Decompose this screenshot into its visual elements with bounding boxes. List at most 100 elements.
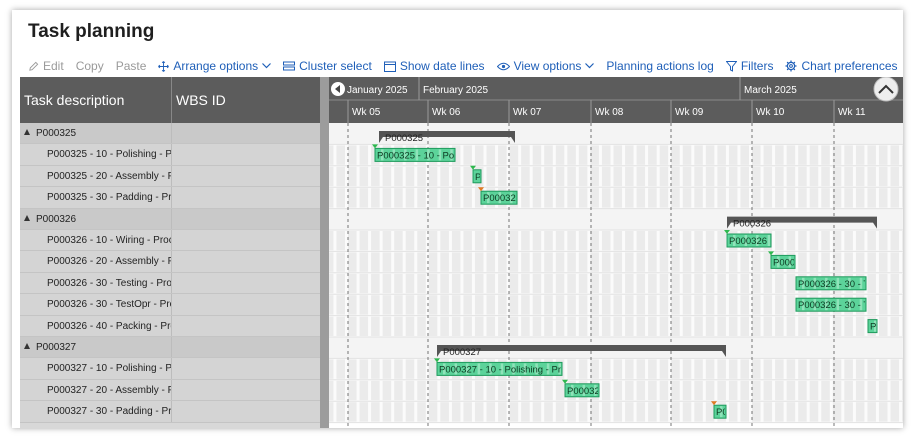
day-cell — [659, 359, 669, 379]
day-cell — [601, 231, 611, 251]
day-cell — [844, 166, 853, 187]
view-options-label: View options — [513, 59, 582, 73]
day-cell — [821, 359, 830, 379]
task-row[interactable]: P000327 - 30 - Padding - Process — [20, 401, 328, 423]
cluster-select-button[interactable]: Cluster select — [283, 59, 372, 73]
day-cell — [509, 316, 519, 336]
day-cell — [902, 316, 903, 336]
day-cell — [821, 252, 830, 272]
collapse-triangle-icon[interactable] — [24, 214, 30, 221]
paste-button[interactable]: Paste — [116, 59, 147, 73]
day-cell — [474, 145, 484, 165]
edit-button[interactable]: Edit — [28, 59, 64, 73]
day-cell — [578, 316, 588, 336]
day-cell — [371, 252, 380, 272]
day-cell — [601, 166, 611, 187]
copy-button[interactable]: Copy — [76, 59, 104, 73]
chart-preferences-button[interactable]: Chart preferences — [785, 59, 898, 73]
task-row[interactable]: P000326 - 40 - Packing - Process — [20, 315, 328, 337]
collapse-triangle-icon[interactable] — [24, 343, 30, 350]
day-cell — [728, 166, 738, 187]
day-cell — [636, 402, 646, 422]
day-cell — [348, 231, 357, 251]
group-row[interactable]: P000325 — [20, 123, 328, 145]
day-cell — [648, 316, 657, 336]
day-cell — [578, 273, 588, 294]
day-cell — [336, 295, 345, 315]
day-cell — [601, 402, 611, 422]
day-cell — [613, 316, 623, 336]
day-cell — [451, 295, 461, 315]
day-cell — [348, 295, 357, 315]
day-cell — [740, 273, 749, 294]
day-cell — [682, 316, 692, 336]
day-cell — [578, 402, 588, 422]
day-cell — [498, 273, 507, 294]
day-cell — [405, 273, 415, 294]
task-row[interactable]: P000327 - 10 - Polishing - Process — [20, 358, 328, 380]
day-cell — [329, 316, 334, 336]
group-row[interactable]: P000326 — [20, 208, 328, 230]
task-label: P000327 - 10 - Polishing - Process — [47, 363, 171, 374]
day-cell — [394, 231, 403, 251]
day-cell — [855, 252, 865, 272]
column-header-wbs-id[interactable]: WBS ID — [176, 92, 226, 108]
view-options-button[interactable]: View options — [496, 59, 595, 73]
day-cell — [486, 145, 496, 165]
task-row[interactable]: P000327 - 20 - Assembly - Process — [20, 379, 328, 402]
day-cell — [694, 273, 703, 294]
day-cell — [878, 359, 888, 379]
day-cell — [417, 252, 426, 272]
day-cell — [336, 359, 345, 379]
day-cell — [498, 402, 507, 422]
day-cell — [567, 316, 576, 336]
row-text: P000327 - 30 - Padding - Process — [47, 406, 171, 418]
day-cell — [902, 252, 903, 272]
day-cell — [555, 316, 565, 336]
day-cell — [625, 231, 634, 251]
day-cell — [428, 188, 438, 208]
day-cell — [405, 316, 415, 336]
filters-button[interactable]: Filters — [725, 59, 774, 73]
day-cell — [428, 166, 438, 187]
day-cell — [786, 359, 796, 379]
day-cell — [486, 402, 496, 422]
day-cell — [498, 316, 507, 336]
collapse-triangle-icon[interactable] — [24, 129, 30, 136]
day-cell — [648, 231, 657, 251]
day-cell — [694, 295, 703, 315]
day-cell — [463, 166, 472, 187]
task-row[interactable]: P000326 - 20 - Assembly - Process — [20, 251, 328, 273]
task-row[interactable]: P000326 - 30 - TestOpr - Process — [20, 294, 328, 316]
pane-splitter[interactable] — [320, 77, 329, 428]
show-date-lines-button[interactable]: Show date lines — [383, 59, 485, 73]
day-cell — [844, 359, 853, 379]
day-cell — [625, 166, 634, 187]
day-cell — [648, 145, 657, 165]
task-row[interactable]: P000325 - 20 - Assembly - Process — [20, 165, 328, 188]
column-separator[interactable] — [171, 77, 172, 123]
row-text: P000326 - 30 - TestOpr - Process — [47, 299, 171, 311]
task-row[interactable]: P000326 - 10 - Wiring - Process — [20, 230, 328, 252]
collapse-header-button[interactable] — [873, 77, 899, 102]
task-row[interactable]: P000325 - 10 - Polishing - Process — [20, 144, 328, 166]
day-cell — [382, 402, 392, 422]
day-cell — [636, 273, 646, 294]
task-row[interactable]: P000325 - 30 - Padding - Process — [20, 187, 328, 209]
day-cell — [763, 166, 773, 187]
day-cell — [348, 359, 357, 379]
row-text: P000326 — [36, 213, 77, 225]
arrange-options-button[interactable]: Arrange options — [158, 59, 272, 73]
day-cell — [359, 380, 369, 401]
day-cell — [371, 316, 380, 336]
planning-actions-log-button[interactable]: Planning actions log — [606, 59, 713, 73]
day-cell — [636, 252, 646, 272]
column-header-task-description[interactable]: Task description — [24, 92, 124, 108]
filter-icon — [725, 60, 741, 72]
group-row[interactable]: P000327 — [20, 337, 328, 359]
task-row[interactable]: P000326 - 30 - Testing - Process — [20, 272, 328, 295]
filters-label: Filters — [740, 59, 774, 73]
wbs-cell-border — [171, 401, 172, 422]
day-cell — [798, 188, 807, 208]
day-cell — [740, 402, 749, 422]
